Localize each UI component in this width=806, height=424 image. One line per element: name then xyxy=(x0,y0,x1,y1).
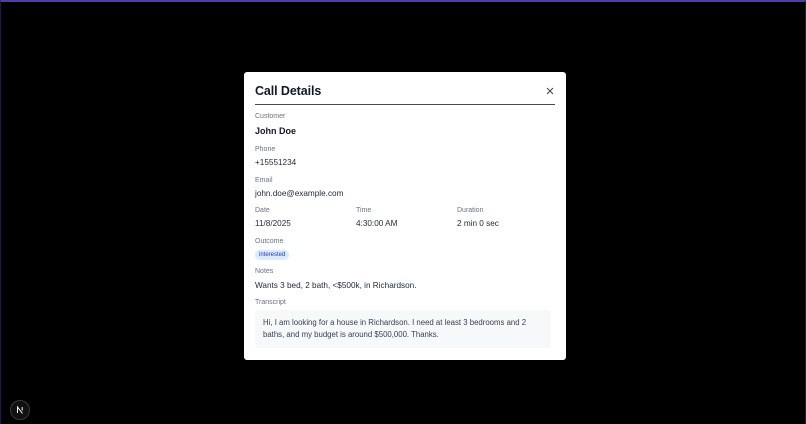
transcript-label: Transcript xyxy=(255,299,286,306)
nextjs-dev-indicator[interactable] xyxy=(10,400,30,420)
date-value: 11/8/2025 xyxy=(255,219,291,228)
close-button[interactable] xyxy=(545,86,555,96)
time-label: Time xyxy=(356,207,372,214)
notes-value: Wants 3 bed, 2 bath, <$500k, in Richards… xyxy=(255,281,417,290)
app-viewport: Call Details Customer John Doe Phone +15… xyxy=(0,0,806,424)
modal-title: Call Details xyxy=(255,84,322,98)
call-details-modal: Call Details Customer John Doe Phone +15… xyxy=(244,72,566,360)
nextjs-logo-icon xyxy=(17,405,23,414)
customer-label: Customer xyxy=(255,113,286,120)
outcome-label: Outcome xyxy=(255,238,284,245)
email-label: Email xyxy=(255,177,273,184)
phone-label: Phone xyxy=(255,146,276,153)
customer-name: John Doe xyxy=(255,126,297,136)
modal-header: Call Details xyxy=(255,72,555,105)
email-value: john.doe@example.com xyxy=(255,189,344,198)
phone-value: +15551234 xyxy=(255,158,297,167)
notes-label: Notes xyxy=(255,268,274,275)
time-value: 4:30:00 AM xyxy=(356,219,398,228)
close-icon xyxy=(546,87,554,95)
duration-label: Duration xyxy=(457,207,484,214)
date-label: Date xyxy=(255,207,270,214)
duration-value: 2 min 0 sec xyxy=(457,219,499,228)
outcome-badge: interested xyxy=(255,250,290,260)
transcript-text: Hi, I am looking for a house in Richards… xyxy=(255,310,551,348)
